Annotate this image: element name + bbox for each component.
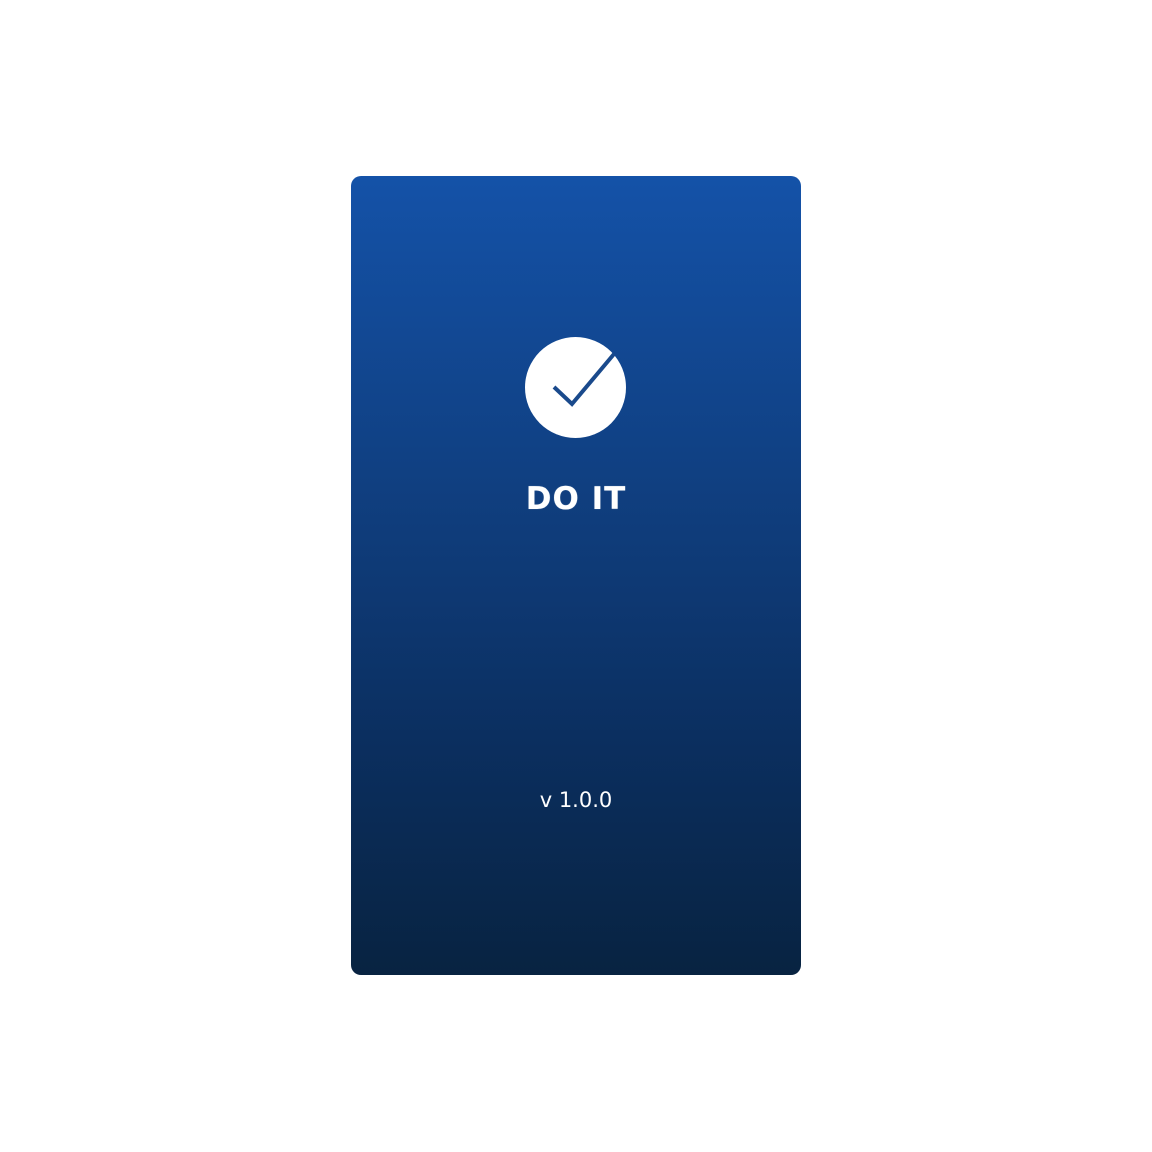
splash-screen: DO IT v 1.0.0 — [351, 176, 801, 975]
checkmark-icon — [552, 352, 616, 407]
app-title: DO IT — [525, 481, 627, 517]
page-background: DO IT v 1.0.0 — [0, 0, 1152, 1152]
app-logo — [525, 337, 626, 438]
version-label: v 1.0.0 — [539, 788, 613, 812]
